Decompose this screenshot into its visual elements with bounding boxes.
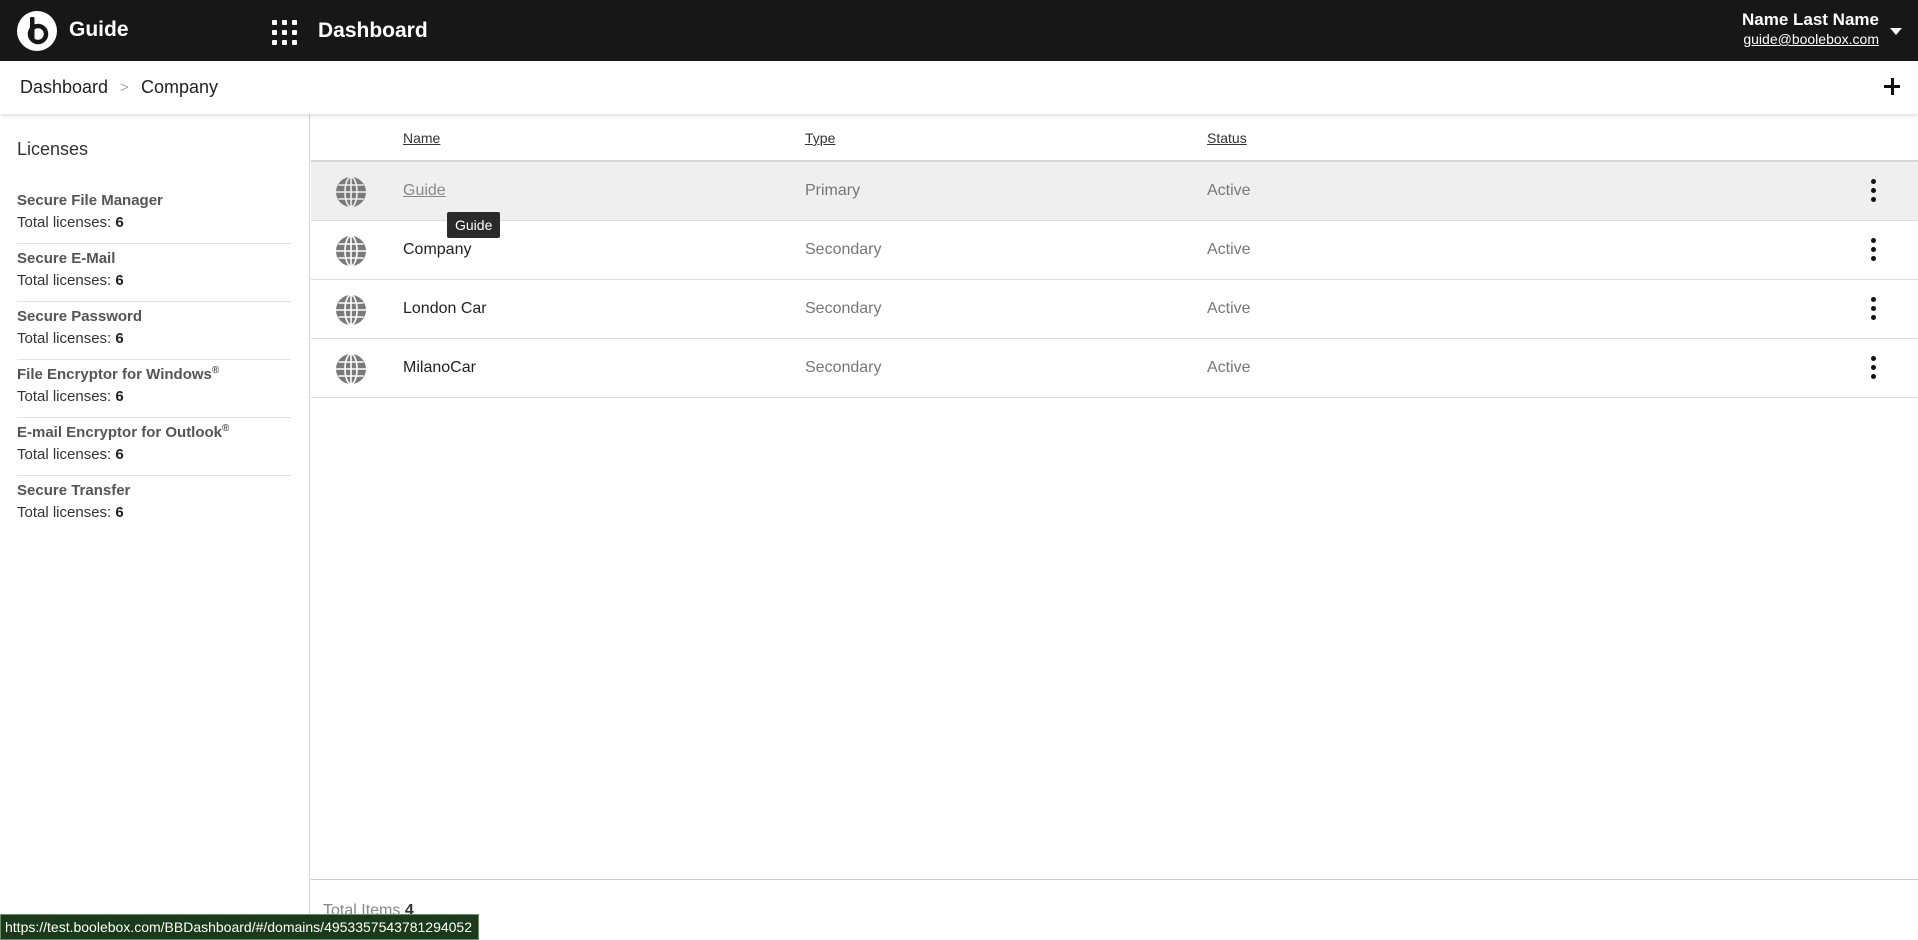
license-total-value: 6 [115, 330, 124, 347]
domain-name[interactable]: MilanoCar [403, 359, 476, 377]
column-header-status[interactable]: Status [1207, 130, 1247, 146]
apps-grid-icon[interactable] [272, 20, 297, 45]
breadcrumb-company[interactable]: Company [141, 77, 218, 98]
domain-name[interactable]: Company [403, 241, 471, 259]
more-options-icon[interactable] [1870, 356, 1878, 380]
domains-table: Name Type Status Guide Primary Active Co… [311, 114, 1918, 940]
breadcrumb-separator: > [120, 79, 129, 96]
domain-status: Active [1207, 359, 1251, 376]
table-row[interactable]: MilanoCar Secondary Active [311, 339, 1918, 398]
license-total-label: Total licenses: [17, 214, 112, 231]
license-item: File Encryptor for Windows® Total licens… [17, 360, 291, 418]
license-total-label: Total licenses: [17, 330, 112, 347]
table-header: Name Type Status [311, 114, 1918, 162]
boolebox-logo-icon[interactable] [17, 11, 57, 51]
more-options-icon[interactable] [1870, 238, 1878, 262]
user-email-link[interactable]: guide@boolebox.com [1743, 31, 1879, 47]
domain-status: Active [1207, 300, 1251, 317]
licenses-title: Licenses [17, 139, 89, 159]
browser-status-url: https://test.boolebox.com/BBDashboard/#/… [0, 914, 480, 940]
column-header-name[interactable]: Name [403, 130, 440, 146]
user-name[interactable]: Name Last Name [1742, 10, 1879, 30]
column-header-type[interactable]: Type [805, 130, 835, 146]
license-item: Secure Password Total licenses: 6 [17, 302, 291, 360]
license-item: E-mail Encryptor for Outlook® Total lice… [17, 418, 291, 476]
table-row[interactable]: Guide Primary Active [311, 162, 1918, 221]
more-options-icon[interactable] [1870, 297, 1878, 321]
app-name: Guide [69, 18, 129, 41]
table-footer: Total Items 4 [311, 879, 1918, 940]
license-name: File Encryptor for Windows [17, 366, 212, 383]
table-row[interactable]: Company Secondary Active [311, 221, 1918, 280]
domain-type: Primary [805, 182, 861, 199]
add-button[interactable] [1876, 71, 1906, 101]
licenses-list: Secure File Manager Total licenses: 6 Se… [17, 186, 291, 534]
license-name: Secure Transfer [17, 482, 131, 499]
license-name: E-mail Encryptor for Outlook [17, 424, 223, 441]
registered-mark: ® [211, 365, 220, 376]
page-title: Dashboard [318, 19, 428, 42]
license-total-label: Total licenses: [17, 388, 112, 405]
license-total-label: Total licenses: [17, 446, 112, 463]
breadcrumb-dashboard[interactable]: Dashboard [20, 77, 108, 98]
licenses-sidebar: Licenses Secure File Manager Total licen… [0, 114, 310, 940]
top-bar: Guide Dashboard Name Last Name guide@boo… [0, 0, 1918, 61]
table-body: Guide Primary Active Company Secondary A… [311, 162, 1918, 398]
table-row[interactable]: London Car Secondary Active [311, 280, 1918, 339]
domain-status: Active [1207, 182, 1251, 199]
name-tooltip: Guide [447, 212, 501, 238]
domain-type: Secondary [805, 241, 882, 258]
domain-name[interactable]: London Car [403, 300, 487, 318]
license-total-value: 6 [115, 446, 124, 463]
license-total-value: 6 [115, 504, 124, 521]
license-name: Secure E-Mail [17, 250, 116, 267]
globe-icon [336, 235, 366, 267]
license-name: Secure Password [17, 308, 143, 325]
license-total-label: Total licenses: [17, 504, 112, 521]
globe-icon [336, 294, 366, 326]
globe-icon [336, 353, 366, 385]
domain-type: Secondary [805, 300, 882, 317]
license-item: Secure E-Mail Total licenses: 6 [17, 244, 291, 302]
domain-status: Active [1207, 241, 1251, 258]
domain-type: Secondary [805, 359, 882, 376]
more-options-icon[interactable] [1870, 179, 1878, 203]
license-total-value: 6 [115, 272, 124, 289]
license-total-value: 6 [115, 214, 124, 231]
license-item: Secure Transfer Total licenses: 6 [17, 476, 291, 534]
license-item: Secure File Manager Total licenses: 6 [17, 186, 291, 244]
license-total-label: Total licenses: [17, 272, 112, 289]
domain-name[interactable]: Guide [403, 182, 446, 200]
globe-icon [336, 176, 366, 208]
license-name: Secure File Manager [17, 192, 163, 209]
user-menu-caret-icon[interactable] [1890, 28, 1902, 35]
breadcrumb: Dashboard > Company [0, 61, 1918, 114]
registered-mark: ® [222, 423, 230, 434]
license-total-value: 6 [115, 388, 124, 405]
